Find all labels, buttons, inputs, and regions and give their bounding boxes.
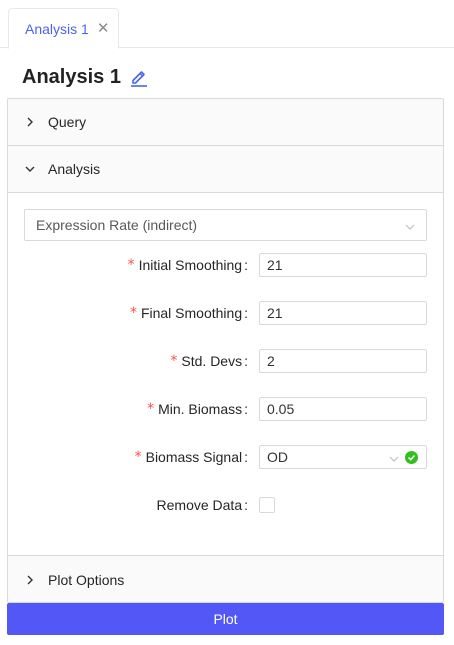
edit-icon[interactable] <box>129 67 149 87</box>
remove-data-checkbox[interactable] <box>259 497 275 513</box>
min-biomass-label-text: Min. Biomass <box>158 401 243 417</box>
biomass-signal-select[interactable]: OD <box>259 445 427 469</box>
min-biomass-input[interactable]: 0.05 <box>259 397 427 421</box>
close-icon[interactable]: ✕ <box>97 21 110 36</box>
std-devs-label-text: Std. Devs <box>181 353 243 369</box>
std-devs-label: * Std. Devs: <box>170 349 248 373</box>
chevron-down-icon <box>24 163 36 175</box>
form-row-biomass-signal: * Biomass Signal: OD <box>8 445 443 469</box>
tab-bar: Analysis 1 ✕ <box>0 0 454 49</box>
form-row-min-biomass: * Min. Biomass: 0.05 <box>8 397 443 421</box>
label-colon: : <box>244 257 248 273</box>
plot-button-label: Plot <box>213 611 238 627</box>
remove-data-label-text: Remove Data <box>156 497 243 513</box>
tab-label: Analysis 1 <box>25 20 89 37</box>
required-mark: * <box>147 401 155 417</box>
chevron-down-icon <box>404 220 416 232</box>
initial-smoothing-label: * Initial Smoothing: <box>128 253 248 277</box>
std-devs-input[interactable]: 2 <box>259 349 427 373</box>
panel-analysis-header[interactable]: Analysis <box>8 146 443 193</box>
final-smoothing-input[interactable]: 21 <box>259 301 427 325</box>
required-mark: * <box>127 257 135 273</box>
form-row-final-smoothing: * Final Smoothing: 21 <box>8 301 443 325</box>
analysis-collapse: Query Analysis Expression Rate (indirect… <box>7 98 444 603</box>
panel-query-header[interactable]: Query <box>8 99 443 146</box>
min-biomass-label: * Min. Biomass: <box>147 397 248 421</box>
panel-plot-options-header[interactable]: Plot Options <box>8 556 443 602</box>
initial-smoothing-input[interactable]: 21 <box>259 253 427 277</box>
panel-query-label: Query <box>48 114 87 130</box>
final-smoothing-label-text: Final Smoothing <box>140 305 243 321</box>
initial-smoothing-value: 21 <box>267 257 283 273</box>
biomass-signal-label: * Biomass Signal: <box>135 445 248 469</box>
form-row-initial-smoothing: * Initial Smoothing: 21 <box>8 253 443 277</box>
method-select[interactable]: Expression Rate (indirect) <box>24 209 427 241</box>
panel-plot-options-label: Plot Options <box>48 571 125 588</box>
chevron-right-icon <box>24 116 36 128</box>
check-circle-icon <box>405 451 418 464</box>
label-colon: : <box>244 497 248 513</box>
label-colon: : <box>244 401 248 417</box>
method-select-value: Expression Rate (indirect) <box>36 217 198 233</box>
final-smoothing-label: * Final Smoothing: <box>130 301 248 325</box>
page-title: Analysis 1 <box>22 65 121 88</box>
required-mark: * <box>129 305 137 321</box>
page-title-row: Analysis 1 <box>22 63 149 91</box>
required-mark: * <box>134 449 142 465</box>
initial-smoothing-label-text: Initial Smoothing <box>138 257 243 273</box>
tab-analysis-1[interactable]: Analysis 1 ✕ <box>8 8 119 49</box>
biomass-signal-label-text: Biomass Signal <box>145 449 243 465</box>
required-mark: * <box>170 353 178 369</box>
plot-button[interactable]: Plot <box>7 603 444 635</box>
remove-data-label: Remove Data: <box>157 493 248 517</box>
form-row-std-devs: * Std. Devs: 2 <box>8 349 443 373</box>
chevron-down-icon <box>388 452 400 464</box>
min-biomass-value: 0.05 <box>267 401 295 417</box>
form-row-remove-data: Remove Data: <box>8 493 443 517</box>
label-colon: : <box>244 305 248 321</box>
label-colon: : <box>244 353 248 369</box>
panel-analysis-label: Analysis <box>48 161 101 177</box>
final-smoothing-value: 21 <box>267 305 283 321</box>
chevron-right-icon <box>24 574 36 586</box>
panel-analysis-body: Expression Rate (indirect) * Initial Smo… <box>8 193 443 556</box>
biomass-signal-value: OD <box>267 449 288 465</box>
label-colon: : <box>244 449 248 465</box>
std-devs-value: 2 <box>267 353 275 369</box>
